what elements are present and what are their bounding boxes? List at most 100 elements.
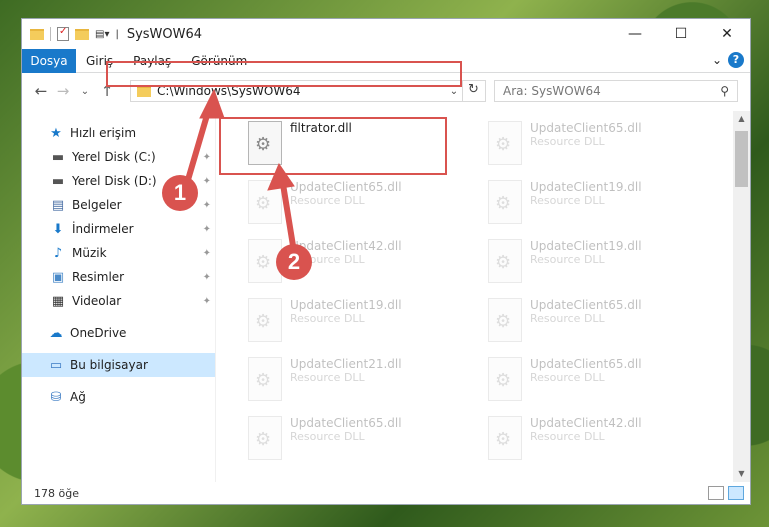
dll-file-icon: ⚙ bbox=[488, 180, 522, 224]
file-item[interactable]: ⚙ UpdateClient65.dll Resource DLL bbox=[484, 294, 714, 350]
file-type: Resource DLL bbox=[290, 371, 365, 384]
file-item[interactable]: ⚙ UpdateClient65.dll Resource DLL bbox=[484, 117, 714, 173]
file-item[interactable]: ⚙ UpdateClient42.dll Resource DLL bbox=[484, 412, 714, 468]
gear-icon: ⚙ bbox=[255, 370, 272, 391]
file-type: Resource DLL bbox=[530, 312, 605, 325]
back-button[interactable]: ← bbox=[30, 82, 52, 100]
sidebar-item-label: Hızlı erişim bbox=[70, 126, 137, 140]
maximize-button[interactable]: ☐ bbox=[658, 19, 704, 49]
drive-icon: ▬ bbox=[51, 149, 65, 165]
dll-file-icon: ⚙ bbox=[488, 298, 522, 342]
window-title: SysWOW64 bbox=[126, 26, 203, 42]
file-item[interactable]: ⚙ UpdateClient21.dll Resource DLL bbox=[244, 353, 474, 409]
dll-file-icon: ⚙ bbox=[488, 357, 522, 401]
pin-icon: ✦ bbox=[202, 271, 211, 283]
new-folder-icon[interactable] bbox=[75, 28, 89, 40]
pin-icon: ✦ bbox=[202, 295, 211, 307]
pin-icon: ✦ bbox=[202, 247, 211, 259]
search-input[interactable]: Ara: SysWOW64 ⚲ bbox=[494, 80, 738, 102]
sidebar-item[interactable]: ▭ Bu bilgisayar bbox=[22, 353, 215, 377]
scroll-thumb[interactable] bbox=[735, 131, 748, 187]
navigation-pane: ★ Hızlı erişim ▬ Yerel Disk (C:) ✦ ▬ Yerel Dis… bbox=[22, 111, 216, 482]
music-icon: ♪ bbox=[53, 245, 63, 261]
large-icons-view-icon[interactable] bbox=[728, 486, 744, 500]
gear-icon: ⚙ bbox=[495, 311, 512, 332]
sidebar-item-label: Resimler bbox=[72, 270, 125, 284]
folder-icon bbox=[30, 28, 44, 40]
gear-icon: ⚙ bbox=[255, 193, 272, 214]
sidebar-item-label: Videolar bbox=[72, 294, 122, 308]
documents-icon: ▤ bbox=[51, 197, 65, 213]
search-icon[interactable]: ⚲ bbox=[720, 84, 729, 98]
file-type: Resource DLL bbox=[530, 430, 605, 443]
file-item[interactable]: ⚙ UpdateClient19.dll Resource DLL bbox=[484, 235, 714, 291]
sidebar-item[interactable]: ▬ Yerel Disk (C:) ✦ bbox=[22, 145, 215, 169]
file-type: Resource DLL bbox=[530, 371, 605, 384]
pictures-icon: ▣ bbox=[51, 269, 65, 285]
sidebar-item-label: İndirmeler bbox=[72, 222, 134, 236]
address-dropdown-icon[interactable]: ⌄ bbox=[445, 86, 463, 97]
expand-ribbon-icon[interactable]: ⌄ bbox=[712, 53, 722, 67]
forward-button[interactable]: → bbox=[52, 82, 74, 100]
recent-locations-button[interactable]: ⌄ bbox=[74, 86, 96, 97]
file-item[interactable]: ⚙ UpdateClient65.dll Resource DLL bbox=[244, 412, 474, 468]
details-view-icon[interactable] bbox=[708, 486, 724, 500]
computer-icon: ▭ bbox=[49, 357, 63, 373]
video-icon: ▦ bbox=[51, 293, 65, 309]
file-item[interactable]: ⚙ UpdateClient65.dll Resource DLL bbox=[244, 176, 474, 232]
explorer-window: ▤▾ | SysWOW64 — ☐ ✕ Dosya Giriş Paylaş G… bbox=[21, 18, 751, 505]
refresh-button[interactable]: ↻ bbox=[462, 80, 484, 102]
file-name: UpdateClient65.dll bbox=[530, 121, 642, 135]
file-item[interactable]: ⚙ UpdateClient19.dll Resource DLL bbox=[244, 294, 474, 350]
sidebar-item-label: Yerel Disk (C:) bbox=[72, 150, 156, 164]
status-bar: 178 öğe bbox=[22, 482, 750, 504]
annotation-marker-1: 1 bbox=[162, 175, 198, 211]
file-name: UpdateClient65.dll bbox=[290, 180, 402, 194]
sidebar-item[interactable]: ♪ Müzik ✦ bbox=[22, 241, 215, 265]
sidebar-item-label: Müzik bbox=[72, 246, 107, 260]
download-icon: ⬇ bbox=[52, 221, 64, 237]
scroll-up-icon[interactable]: ▲ bbox=[733, 111, 750, 127]
sidebar-item[interactable]: ⛁ Ağ bbox=[22, 385, 215, 409]
vertical-scrollbar[interactable]: ▲ ▼ bbox=[733, 111, 750, 482]
folder-icon bbox=[137, 85, 151, 97]
file-item[interactable]: ⚙ UpdateClient19.dll Resource DLL bbox=[484, 176, 714, 232]
gear-icon: ⚙ bbox=[495, 429, 512, 450]
sidebar-item-label: Ağ bbox=[70, 390, 86, 404]
help-icon[interactable]: ? bbox=[728, 52, 744, 68]
dll-file-icon: ⚙ bbox=[488, 121, 522, 165]
scroll-down-icon[interactable]: ▼ bbox=[733, 466, 750, 482]
title-bar: ▤▾ | SysWOW64 — ☐ ✕ bbox=[22, 19, 750, 49]
gear-icon: ⚙ bbox=[495, 134, 512, 155]
file-name: UpdateClient19.dll bbox=[290, 298, 402, 312]
file-name: UpdateClient65.dll bbox=[530, 357, 642, 371]
sidebar-item[interactable]: ⬇ İndirmeler ✦ bbox=[22, 217, 215, 241]
network-icon: ⛁ bbox=[50, 389, 62, 405]
item-count: 178 öğe bbox=[34, 486, 79, 500]
sidebar-item[interactable]: ☁ OneDrive bbox=[22, 321, 215, 345]
minimize-button[interactable]: — bbox=[612, 19, 658, 49]
sidebar-item[interactable]: ▣ Resimler ✦ bbox=[22, 265, 215, 289]
file-type: Resource DLL bbox=[530, 194, 605, 207]
cloud-icon: ☁ bbox=[49, 325, 63, 341]
properties-icon[interactable] bbox=[57, 26, 69, 41]
sidebar-item[interactable]: ★ Hızlı erişim bbox=[22, 121, 215, 145]
sidebar-item-label: Yerel Disk (D:) bbox=[72, 174, 157, 188]
star-icon: ★ bbox=[50, 125, 62, 141]
sidebar-item-label: Belgeler bbox=[72, 198, 122, 212]
file-name: UpdateClient42.dll bbox=[530, 416, 642, 430]
file-name: UpdateClient65.dll bbox=[290, 416, 402, 430]
customize-toolbar-icon[interactable]: ▤▾ bbox=[95, 29, 109, 40]
tab-file[interactable]: Dosya bbox=[22, 48, 76, 73]
gear-icon: ⚙ bbox=[495, 370, 512, 391]
dll-file-icon: ⚙ bbox=[248, 180, 282, 224]
dll-file-icon: ⚙ bbox=[248, 298, 282, 342]
file-item[interactable]: ⚙ UpdateClient65.dll Resource DLL bbox=[484, 353, 714, 409]
file-name: UpdateClient65.dll bbox=[530, 298, 642, 312]
sidebar-item-label: Bu bilgisayar bbox=[70, 358, 148, 372]
pin-icon: ✦ bbox=[202, 199, 211, 211]
pin-icon: ✦ bbox=[202, 223, 211, 235]
sidebar-item[interactable]: ▦ Videolar ✦ bbox=[22, 289, 215, 313]
close-button[interactable]: ✕ bbox=[704, 19, 750, 49]
gear-icon: ⚙ bbox=[495, 252, 512, 273]
